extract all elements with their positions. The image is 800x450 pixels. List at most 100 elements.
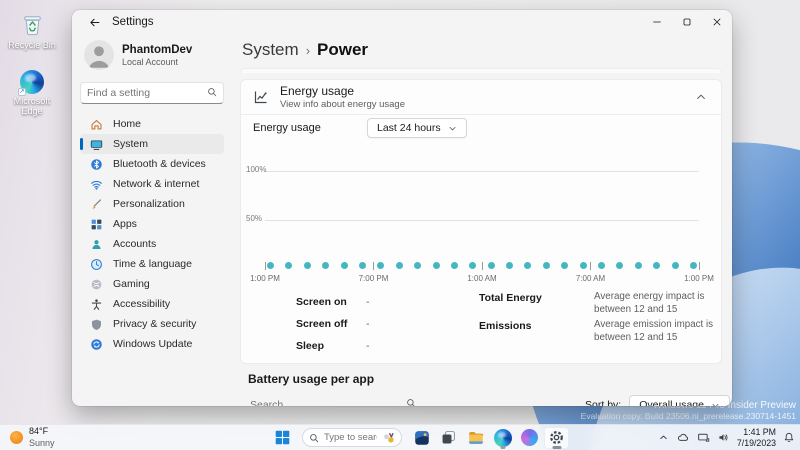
taskbar-apps (409, 426, 569, 449)
x-tick-mark (698, 262, 700, 270)
sidebar-nav: Home System Bluetooth & devices Network & i… (80, 114, 224, 354)
stat-value: Average emission impact is between 12 an… (594, 319, 714, 344)
taskbar-settings-icon[interactable] (544, 426, 569, 449)
desktop-icon-edge[interactable]: ↗ Microsoft Edge (6, 70, 58, 117)
speaker-icon[interactable] (717, 431, 730, 444)
sidebar-item-time-language[interactable]: Time & language (80, 254, 224, 274)
apps-icon (90, 218, 103, 231)
data-point (432, 262, 440, 269)
stat-row: Total Energy Average energy impact is bet… (479, 291, 721, 316)
back-button[interactable] (84, 13, 104, 31)
gridline-50 (265, 220, 699, 221)
data-point (616, 262, 624, 269)
taskbar-edge-icon[interactable] (490, 427, 515, 449)
x-tick-mark (264, 262, 266, 270)
breadcrumb: System › Power (240, 40, 732, 60)
battery-search-input[interactable] (250, 399, 402, 406)
data-point (653, 262, 661, 269)
network-ethernet-icon[interactable] (697, 431, 710, 444)
battery-search-box[interactable] (248, 393, 418, 406)
sidebar: PhantomDev Local Account Home System Bluet… (72, 34, 232, 406)
taskbar-file-explorer-icon[interactable] (463, 427, 488, 449)
sidebar-item-personalization[interactable]: Personalization (80, 194, 224, 214)
edge-icon: ↗ (6, 70, 58, 96)
sidebar-item-label: Gaming (113, 278, 150, 290)
stat-row: Sleep - (296, 335, 479, 357)
battery-usage-title: Battery usage per app (248, 372, 375, 386)
windows-update-icon (90, 338, 103, 351)
notification-bell-icon[interactable] (783, 431, 795, 444)
close-button[interactable] (702, 10, 732, 34)
sidebar-item-system[interactable]: System (80, 134, 224, 154)
sidebar-item-accessibility[interactable]: Accessibility (80, 294, 224, 314)
data-point (322, 262, 330, 269)
sidebar-item-label: Apps (113, 218, 137, 230)
avatar (84, 40, 114, 70)
x-tick-label: 7:00 PM (358, 274, 389, 283)
chevron-right-icon: › (305, 43, 311, 58)
user-name: PhantomDev (122, 43, 193, 56)
data-point (285, 262, 293, 269)
privacy-security-icon (90, 318, 103, 331)
taskbar-search-input[interactable] (324, 432, 377, 443)
sort-dropdown[interactable]: Overall usage (629, 395, 730, 406)
taskbar-copilot-icon[interactable] (517, 427, 542, 449)
x-tick-mark (373, 262, 374, 270)
start-button[interactable] (270, 427, 295, 449)
maximize-button[interactable] (672, 10, 702, 34)
card-subtitle: View info about energy usage (280, 99, 405, 110)
weather-widget[interactable]: 84°F Sunny (10, 425, 55, 450)
taskbar: 84°F Sunny Type to search 1:41 PM 7/19/2… (0, 424, 800, 450)
taskbar-search-box[interactable] (302, 428, 402, 447)
stat-value: - (366, 318, 370, 330)
data-point (450, 262, 458, 269)
stat-value: - (366, 340, 370, 352)
tray-chevron-up-icon[interactable] (658, 432, 669, 443)
sidebar-item-apps[interactable]: Apps (80, 214, 224, 234)
minimize-button[interactable] (642, 10, 672, 34)
system-icon (90, 138, 103, 151)
account-card[interactable]: PhantomDev Local Account (80, 40, 224, 70)
desktop-icon-label: Recycle Bin (8, 40, 56, 50)
weather-temperature: 84°F (29, 426, 49, 437)
sidebar-item-bluetooth-devices[interactable]: Bluetooth & devices (80, 154, 224, 174)
sidebar-item-privacy-security[interactable]: Privacy & security (80, 314, 224, 334)
onedrive-cloud-icon[interactable] (676, 431, 690, 444)
energy-usage-header[interactable]: Energy usage View info about energy usag… (241, 80, 721, 114)
settings-search-input[interactable] (87, 87, 207, 99)
chevron-up-icon[interactable] (693, 89, 709, 105)
gaming-icon (90, 278, 103, 291)
sidebar-item-network-internet[interactable]: Network & internet (80, 174, 224, 194)
x-tick-label: 1:00 PM (684, 274, 714, 283)
gridline-100 (265, 171, 699, 172)
line-chart-icon (253, 89, 269, 105)
taskbar-pinned-app-icon[interactable] (409, 427, 434, 449)
time-language-icon (90, 258, 103, 271)
sidebar-item-home[interactable]: Home (80, 114, 224, 134)
data-point (469, 262, 477, 269)
taskbar-task-view-icon[interactable] (436, 427, 461, 449)
desktop-icon-recycle-bin[interactable]: Recycle Bin (6, 10, 58, 50)
settings-search-box[interactable] (80, 82, 224, 104)
energy-usage-card: Energy usage View info about energy usag… (240, 79, 722, 364)
sidebar-item-label: Time & language (113, 258, 192, 270)
sidebar-item-windows-update[interactable]: Windows Update (80, 334, 224, 354)
chevron-down-icon (711, 401, 720, 406)
search-icon (309, 433, 319, 443)
network-icon (90, 178, 103, 191)
breadcrumb-parent[interactable]: System (242, 40, 299, 60)
data-point (524, 262, 532, 269)
x-tick-label: 1:00 AM (467, 274, 497, 283)
time-range-dropdown[interactable]: Last 24 hours (367, 118, 467, 138)
data-point (395, 262, 403, 269)
settings-window: Settings PhantomDev Local Account Find a… (72, 10, 732, 406)
sidebar-item-accounts[interactable]: Accounts (80, 234, 224, 254)
data-point (598, 262, 606, 269)
sidebar-item-gaming[interactable]: Gaming (80, 274, 224, 294)
clock[interactable]: 1:41 PM 7/19/2023 (737, 427, 776, 448)
stat-value: Average energy impact is between 12 and … (594, 291, 705, 315)
chevron-down-icon (448, 124, 457, 133)
stats-right-column: Total Energy Average energy impact is bet… (479, 291, 721, 357)
x-tick-mark (481, 262, 483, 270)
data-point (671, 262, 679, 269)
